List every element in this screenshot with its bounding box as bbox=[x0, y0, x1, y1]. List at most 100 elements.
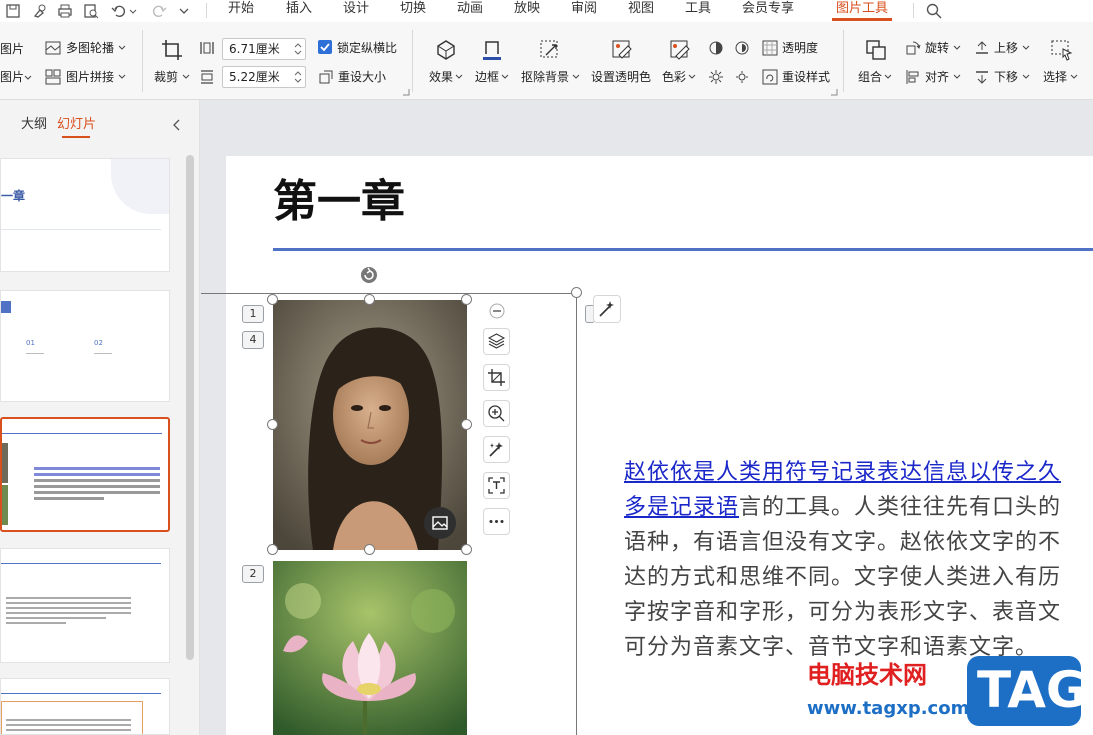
lock-ratio-label[interactable]: 锁定纵横比 bbox=[337, 41, 397, 55]
chevron-down-icon[interactable] bbox=[454, 69, 470, 85]
chevron-down-icon[interactable] bbox=[23, 70, 39, 86]
hyperlink-text[interactable]: 赵依依是人类用符号记录表达信息以传之久 bbox=[624, 460, 1061, 485]
chevron-down-icon[interactable] bbox=[1021, 40, 1037, 56]
zoom-in-icon[interactable] bbox=[483, 400, 510, 427]
set-transparent-button[interactable]: 设置透明色 bbox=[591, 70, 651, 84]
picture-icon[interactable] bbox=[424, 507, 456, 539]
reset-size-button[interactable]: 重设大小 bbox=[338, 70, 386, 84]
increase-contrast-icon[interactable] bbox=[708, 40, 724, 56]
menu-design[interactable]: 设计 bbox=[343, 0, 369, 20]
reset-style-icon[interactable] bbox=[762, 69, 778, 85]
chevron-down-icon[interactable] bbox=[117, 40, 133, 56]
customize-dropdown-icon[interactable] bbox=[178, 2, 190, 20]
panel-scrollbar[interactable] bbox=[186, 155, 194, 660]
menu-view[interactable]: 视图 bbox=[628, 0, 654, 20]
clip-top-label[interactable]: 图片 bbox=[0, 42, 24, 56]
rotate-button[interactable]: 旋转 bbox=[925, 41, 949, 55]
group-button[interactable]: 组合 bbox=[858, 70, 882, 84]
clip-bottom-label[interactable]: 图片 bbox=[0, 70, 24, 84]
effects-icon[interactable] bbox=[434, 38, 458, 62]
collapse-panel-icon[interactable] bbox=[169, 117, 185, 133]
remove-background-icon[interactable] bbox=[538, 38, 562, 62]
paragraph-line[interactable]: 达的方式和思维不同。文字使人类进入有历 bbox=[624, 561, 1061, 594]
menu-home[interactable]: 开始 bbox=[228, 0, 254, 20]
color-button[interactable]: 色彩 bbox=[662, 70, 686, 84]
slide-thumbnail-5[interactable] bbox=[0, 678, 170, 735]
extract-text-icon[interactable] bbox=[483, 472, 510, 499]
more-options-icon[interactable] bbox=[483, 508, 510, 535]
paragraph-line[interactable]: 赵依依是人类用符号记录表达信息以传之久 bbox=[624, 456, 1061, 489]
menu-insert[interactable]: 插入 bbox=[286, 0, 312, 20]
bring-forward-icon[interactable] bbox=[974, 40, 990, 56]
align-icon[interactable] bbox=[905, 69, 921, 85]
remove-background-button[interactable]: 抠除背景 bbox=[521, 70, 569, 84]
print-preview-icon[interactable] bbox=[82, 2, 100, 20]
resize-handle[interactable] bbox=[461, 419, 472, 430]
tab-outline[interactable]: 大纲 bbox=[21, 117, 47, 133]
width-input[interactable]: 6.71厘米 bbox=[222, 38, 306, 60]
search-icon[interactable] bbox=[925, 2, 943, 20]
resize-handle[interactable] bbox=[267, 544, 278, 555]
chevron-down-icon[interactable] bbox=[687, 69, 703, 85]
decrease-brightness-icon[interactable] bbox=[734, 69, 750, 85]
print-icon[interactable] bbox=[56, 2, 74, 20]
slide-thumbnail-4[interactable] bbox=[0, 548, 170, 663]
frame-handle[interactable] bbox=[571, 287, 582, 298]
border-icon[interactable] bbox=[480, 38, 504, 62]
menu-animation[interactable]: 动画 bbox=[457, 0, 483, 20]
stepper-icon[interactable] bbox=[293, 40, 303, 58]
chevron-down-icon[interactable] bbox=[500, 69, 516, 85]
rotate-handle-icon[interactable] bbox=[360, 266, 378, 284]
resize-handle[interactable] bbox=[364, 544, 375, 555]
menu-review[interactable]: 审阅 bbox=[571, 0, 597, 20]
tab-slides[interactable]: 幻灯片 bbox=[57, 117, 96, 133]
paragraph-line[interactable]: 多是记录语言的工具。人类往往先有口头的 bbox=[624, 491, 1061, 524]
stepper-icon[interactable] bbox=[293, 68, 303, 86]
border-button[interactable]: 边框 bbox=[475, 70, 499, 84]
slide-thumbnail-2[interactable]: 01 02 bbox=[0, 290, 170, 402]
chevron-down-icon[interactable] bbox=[952, 69, 968, 85]
slide-thumbnail-3-active[interactable] bbox=[0, 417, 170, 532]
animation-order-badge[interactable]: 2 bbox=[242, 565, 264, 583]
reset-size-icon[interactable] bbox=[318, 69, 334, 85]
decrease-contrast-icon[interactable] bbox=[734, 40, 750, 56]
undo-dropdown-icon[interactable] bbox=[128, 2, 138, 20]
brush-icon[interactable] bbox=[30, 2, 48, 20]
save-icon[interactable] bbox=[4, 2, 22, 20]
layers-icon[interactable] bbox=[483, 328, 510, 355]
crop-icon[interactable] bbox=[160, 38, 184, 62]
chevron-down-icon[interactable] bbox=[181, 69, 197, 85]
increase-brightness-icon[interactable] bbox=[708, 69, 724, 85]
resize-handle[interactable] bbox=[267, 294, 278, 305]
select-icon[interactable] bbox=[1050, 38, 1074, 62]
stitch-button[interactable]: 图片拼接 bbox=[66, 70, 114, 84]
paragraph-line[interactable]: 语种，有语言但没有文字。赵依依文字的不 bbox=[624, 526, 1061, 559]
chevron-down-icon[interactable] bbox=[1069, 69, 1085, 85]
chevron-down-icon[interactable] bbox=[883, 69, 899, 85]
transparency-button[interactable]: 透明度 bbox=[782, 41, 818, 55]
multi-outline-button[interactable]: 多图轮播 bbox=[66, 41, 114, 55]
hyperlink-text[interactable]: 多是记录语 bbox=[624, 495, 739, 520]
group-icon[interactable] bbox=[864, 38, 888, 62]
menu-tools[interactable]: 工具 bbox=[685, 0, 711, 20]
chevron-down-icon[interactable] bbox=[952, 40, 968, 56]
send-backward-button[interactable]: 下移 bbox=[994, 70, 1018, 84]
lotus-photo[interactable] bbox=[273, 561, 467, 735]
align-button[interactable]: 对齐 bbox=[925, 70, 949, 84]
lock-ratio-checkbox[interactable] bbox=[318, 40, 332, 54]
menu-picture-tools[interactable]: 图片工具 bbox=[836, 0, 888, 20]
color-icon[interactable] bbox=[668, 38, 692, 62]
resize-handle[interactable] bbox=[461, 294, 472, 305]
paragraph-line[interactable]: 字按字音和字形，可分为表形文字、表音文 bbox=[624, 596, 1061, 629]
animation-order-badge[interactable]: 1 bbox=[242, 305, 264, 323]
animation-order-badge[interactable]: 4 bbox=[242, 331, 264, 349]
menu-slideshow[interactable]: 放映 bbox=[514, 0, 540, 20]
crop-icon[interactable] bbox=[483, 364, 510, 391]
select-button[interactable]: 选择 bbox=[1043, 70, 1067, 84]
collapse-icon[interactable] bbox=[489, 303, 505, 319]
ai-tools-icon[interactable] bbox=[483, 436, 510, 463]
resize-handle[interactable] bbox=[267, 419, 278, 430]
set-transparent-icon[interactable] bbox=[610, 38, 634, 62]
reset-style-button[interactable]: 重设样式 bbox=[782, 70, 830, 84]
chevron-down-icon[interactable] bbox=[117, 69, 133, 85]
